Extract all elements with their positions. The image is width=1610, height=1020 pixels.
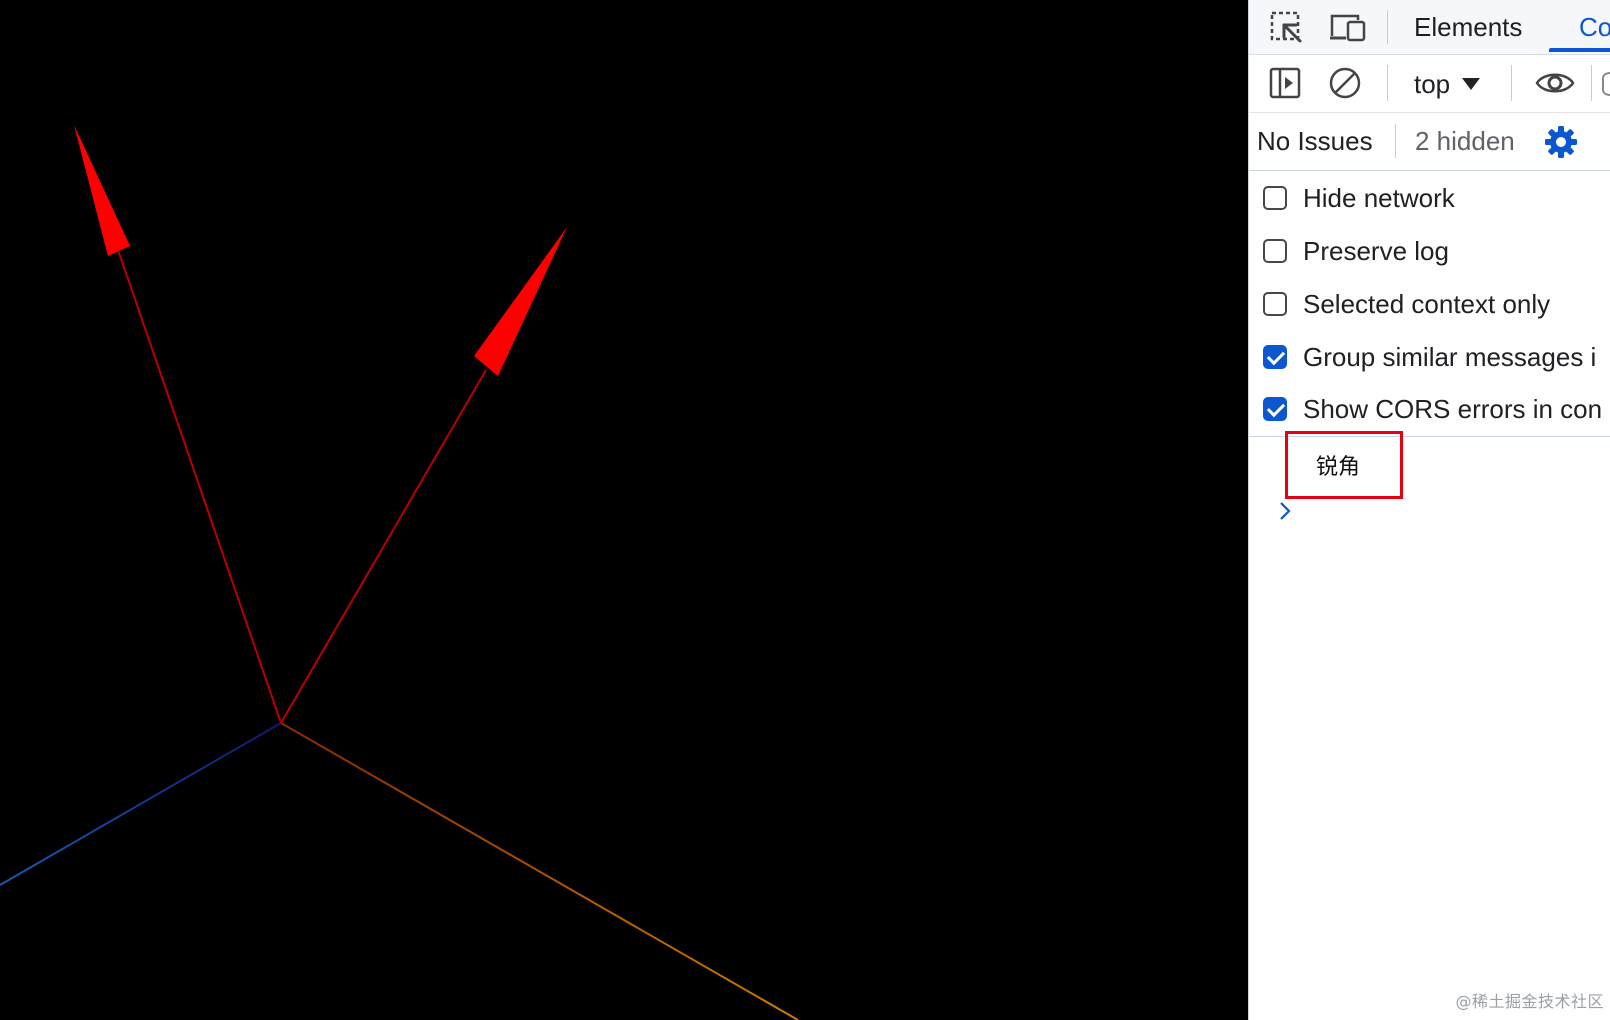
- device-toolbar-icon[interactable]: [1327, 8, 1369, 48]
- console-log-message: 锐角: [1285, 431, 1403, 499]
- live-expression-eye-icon[interactable]: [1533, 63, 1577, 103]
- setting-selected-context-only[interactable]: Selected context only: [1263, 287, 1550, 321]
- vector-arrow-right: [280, 227, 567, 724]
- console-toolbar: top: [1249, 55, 1610, 113]
- filter-input-edge-icon[interactable]: [1601, 71, 1610, 97]
- axis-z-line: [0, 722, 282, 886]
- hidden-messages-label: 2 hidden: [1415, 126, 1515, 156]
- console-prompt[interactable]: [1277, 500, 1293, 527]
- console-settings-gear-icon[interactable]: [1541, 122, 1581, 162]
- setting-preserve-log[interactable]: Preserve log: [1263, 234, 1449, 268]
- axis-x-line: [280, 722, 799, 1020]
- setting-hide-network[interactable]: Hide network: [1263, 181, 1455, 215]
- javascript-context-select[interactable]: top: [1414, 66, 1481, 102]
- setting-label: Preserve log: [1303, 235, 1449, 266]
- setting-label: Selected context only: [1303, 288, 1551, 319]
- devtools-tab-bar: Elements Co: [1249, 0, 1610, 55]
- chevron-down-icon: [1462, 78, 1481, 90]
- issues-bar: No Issues 2 hidden: [1249, 112, 1610, 171]
- console-message-text: 锐角: [1316, 455, 1361, 480]
- setting-show-cors-errors[interactable]: Show CORS errors in con: [1263, 392, 1602, 426]
- webgl-canvas[interactable]: [0, 0, 1248, 1020]
- show-sidebar-icon[interactable]: [1265, 63, 1305, 103]
- show-cors-checkbox[interactable]: [1263, 397, 1287, 421]
- setting-label: Hide network: [1303, 182, 1455, 213]
- preserve-log-checkbox[interactable]: [1263, 239, 1287, 263]
- tab-console[interactable]: Co: [1579, 12, 1610, 43]
- issues-count-label[interactable]: No Issues: [1257, 126, 1373, 157]
- clear-console-icon[interactable]: [1325, 63, 1365, 103]
- vector-arrow-left: [74, 125, 282, 724]
- devtools-panel: Elements Co top No Issues 2 hidden Hide …: [1248, 0, 1610, 1020]
- setting-group-similar[interactable]: Group similar messages i: [1263, 340, 1596, 374]
- selected-context-checkbox[interactable]: [1263, 292, 1287, 316]
- setting-label: Group similar messages i: [1303, 341, 1597, 372]
- hide-network-checkbox[interactable]: [1263, 186, 1287, 210]
- context-select-value: top: [1414, 68, 1451, 99]
- three-scene: [0, 0, 799, 1020]
- watermark: @稀土掘金技术社区: [1455, 992, 1604, 1011]
- setting-label: Show CORS errors in con: [1303, 393, 1603, 424]
- tab-elements[interactable]: Elements: [1414, 12, 1522, 43]
- group-similar-checkbox[interactable]: [1263, 345, 1287, 369]
- inspect-element-icon[interactable]: [1267, 8, 1307, 48]
- active-tab-indicator: [1549, 48, 1610, 52]
- chevron-right-icon: [1280, 502, 1291, 520]
